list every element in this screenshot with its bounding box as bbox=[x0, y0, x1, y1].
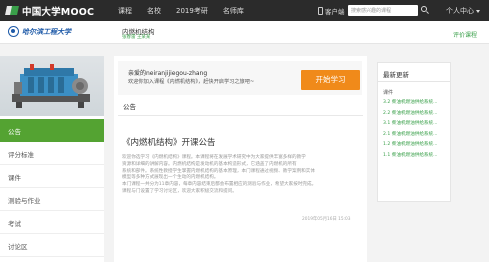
section-title: 公告 bbox=[123, 103, 136, 111]
rate-course-link[interactable]: 评价课程 bbox=[453, 30, 477, 39]
start-learning-button[interactable]: 开始学习 bbox=[301, 70, 360, 90]
app-label: 客户端 bbox=[325, 8, 345, 16]
course-menu: 公告 评分标准 课件 测验与作业 考试 讨论区 bbox=[0, 119, 104, 257]
divider bbox=[378, 81, 450, 82]
update-link[interactable]: 2.1 柴油机燃油供给系统... bbox=[383, 131, 449, 142]
chevron-down-icon bbox=[476, 9, 480, 13]
update-link[interactable]: 3.2 柴油机燃油供给系统... bbox=[383, 99, 449, 110]
course-header: 哈尔滨工程大学 内燃机结构 张春雷 王某某 评价课程 bbox=[0, 21, 489, 44]
menu-item-grading[interactable]: 评分标准 bbox=[0, 142, 104, 165]
menu-item-courseware[interactable]: 课件 bbox=[0, 165, 104, 188]
updates-category: 课件 bbox=[383, 90, 394, 96]
logo-text: 中国大学MOOC bbox=[22, 6, 95, 18]
main-nav: 课程 名校 2019考研 名师库 bbox=[118, 0, 259, 21]
course-sidebar: 公告 评分标准 课件 测验与作业 考试 讨论区 bbox=[0, 56, 104, 262]
update-link[interactable]: 2.2 柴油机燃油供给系统... bbox=[383, 110, 449, 121]
school-logo[interactable]: 哈尔滨工程大学 bbox=[8, 26, 71, 37]
top-nav-bar: 中国大学MOOC 课程 名校 2019考研 名师库 客户端 搜索感兴趣的课程 个… bbox=[0, 0, 489, 21]
mooc-logo[interactable]: 中国大学MOOC bbox=[5, 3, 95, 18]
menu-item-quizzes[interactable]: 测验与作业 bbox=[0, 188, 104, 211]
announcement-date: 2019年05月16日 15:03 bbox=[302, 217, 351, 222]
welcome-banner: 亲爱的neiranjijiegou-zhang 欢迎你加入课程《内燃机结构》，赶… bbox=[118, 61, 362, 95]
nav-item-schools[interactable]: 名校 bbox=[147, 6, 161, 16]
phone-icon bbox=[318, 7, 323, 15]
update-link[interactable]: 1.2 柴油机燃油供给系统... bbox=[383, 141, 449, 152]
main-content: 亲爱的neiranjijiegou-zhang 欢迎你加入课程《内燃机结构》，赶… bbox=[114, 56, 367, 262]
nav-item-teachers[interactable]: 名师库 bbox=[223, 6, 244, 16]
personal-center-menu[interactable]: 个人中心 bbox=[446, 6, 480, 16]
welcome-message: 欢迎你加入课程《内燃机结构》，赶快开启学习之旅吧~ bbox=[128, 79, 255, 85]
announcement-title: 《内燃机结构》开课公告 bbox=[122, 138, 216, 148]
nav-item-kaoyan[interactable]: 2019考研 bbox=[176, 6, 208, 16]
nav-item-courses[interactable]: 课程 bbox=[118, 6, 132, 16]
menu-item-forum[interactable]: 讨论区 bbox=[0, 234, 104, 257]
menu-item-exam[interactable]: 考试 bbox=[0, 211, 104, 234]
engine-illustration bbox=[12, 64, 90, 108]
welcome-greeting: 亲爱的neiranjijiegou-zhang bbox=[128, 70, 208, 77]
latest-updates-panel: 最新更新 课件 3.2 柴油机燃油供给系统... 2.2 柴油机燃油供给系统..… bbox=[377, 62, 451, 202]
announcement-line: 本门课程一共分为11章内容，每章内容结束后都会布置相应的测验与作业，希望大家按时… bbox=[122, 182, 317, 188]
announcement-line: 课程与门设置了学习讨论区，欢迎大家积极交流和提问。 bbox=[122, 188, 237, 194]
update-link[interactable]: 3.1 柴油机燃油供给系统... bbox=[383, 120, 449, 131]
announcement-body: 欢迎你选学习《内燃机结构》课程。本课程将在发展学术研究中为大家提供丰富多样的教学… bbox=[122, 155, 358, 196]
search-icon[interactable] bbox=[419, 5, 430, 16]
course-teachers[interactable]: 张春雷 王某某 bbox=[122, 34, 150, 40]
updates-header: 最新更新 bbox=[383, 71, 409, 79]
school-name: 哈尔滨工程大学 bbox=[22, 26, 71, 36]
updates-list: 3.2 柴油机燃油供给系统... 2.2 柴油机燃油供给系统... 3.1 柴油… bbox=[383, 99, 449, 162]
divider bbox=[118, 115, 363, 116]
search-input[interactable]: 搜索感兴趣的课程 bbox=[348, 5, 418, 16]
app-download-link[interactable]: 客户端 bbox=[318, 6, 345, 16]
announcement-line: 资源和详细的讲解内容。内燃机结构是发动机的基本构造形式，它涵盖了内燃机的所有 bbox=[122, 161, 297, 167]
school-emblem-icon bbox=[8, 26, 19, 37]
personal-center-label: 个人中心 bbox=[446, 7, 474, 15]
course-cover-image bbox=[0, 56, 104, 116]
menu-item-announcements[interactable]: 公告 bbox=[0, 119, 104, 142]
update-link[interactable]: 1.1 柴油机燃油供给系统... bbox=[383, 152, 449, 163]
announcement-line: 欢迎你选学习《内燃机结构》课程。本课程将在发展学术研究中为大家提供丰富多样的教学 bbox=[122, 155, 306, 160]
mooc-logo-icon bbox=[5, 4, 19, 17]
